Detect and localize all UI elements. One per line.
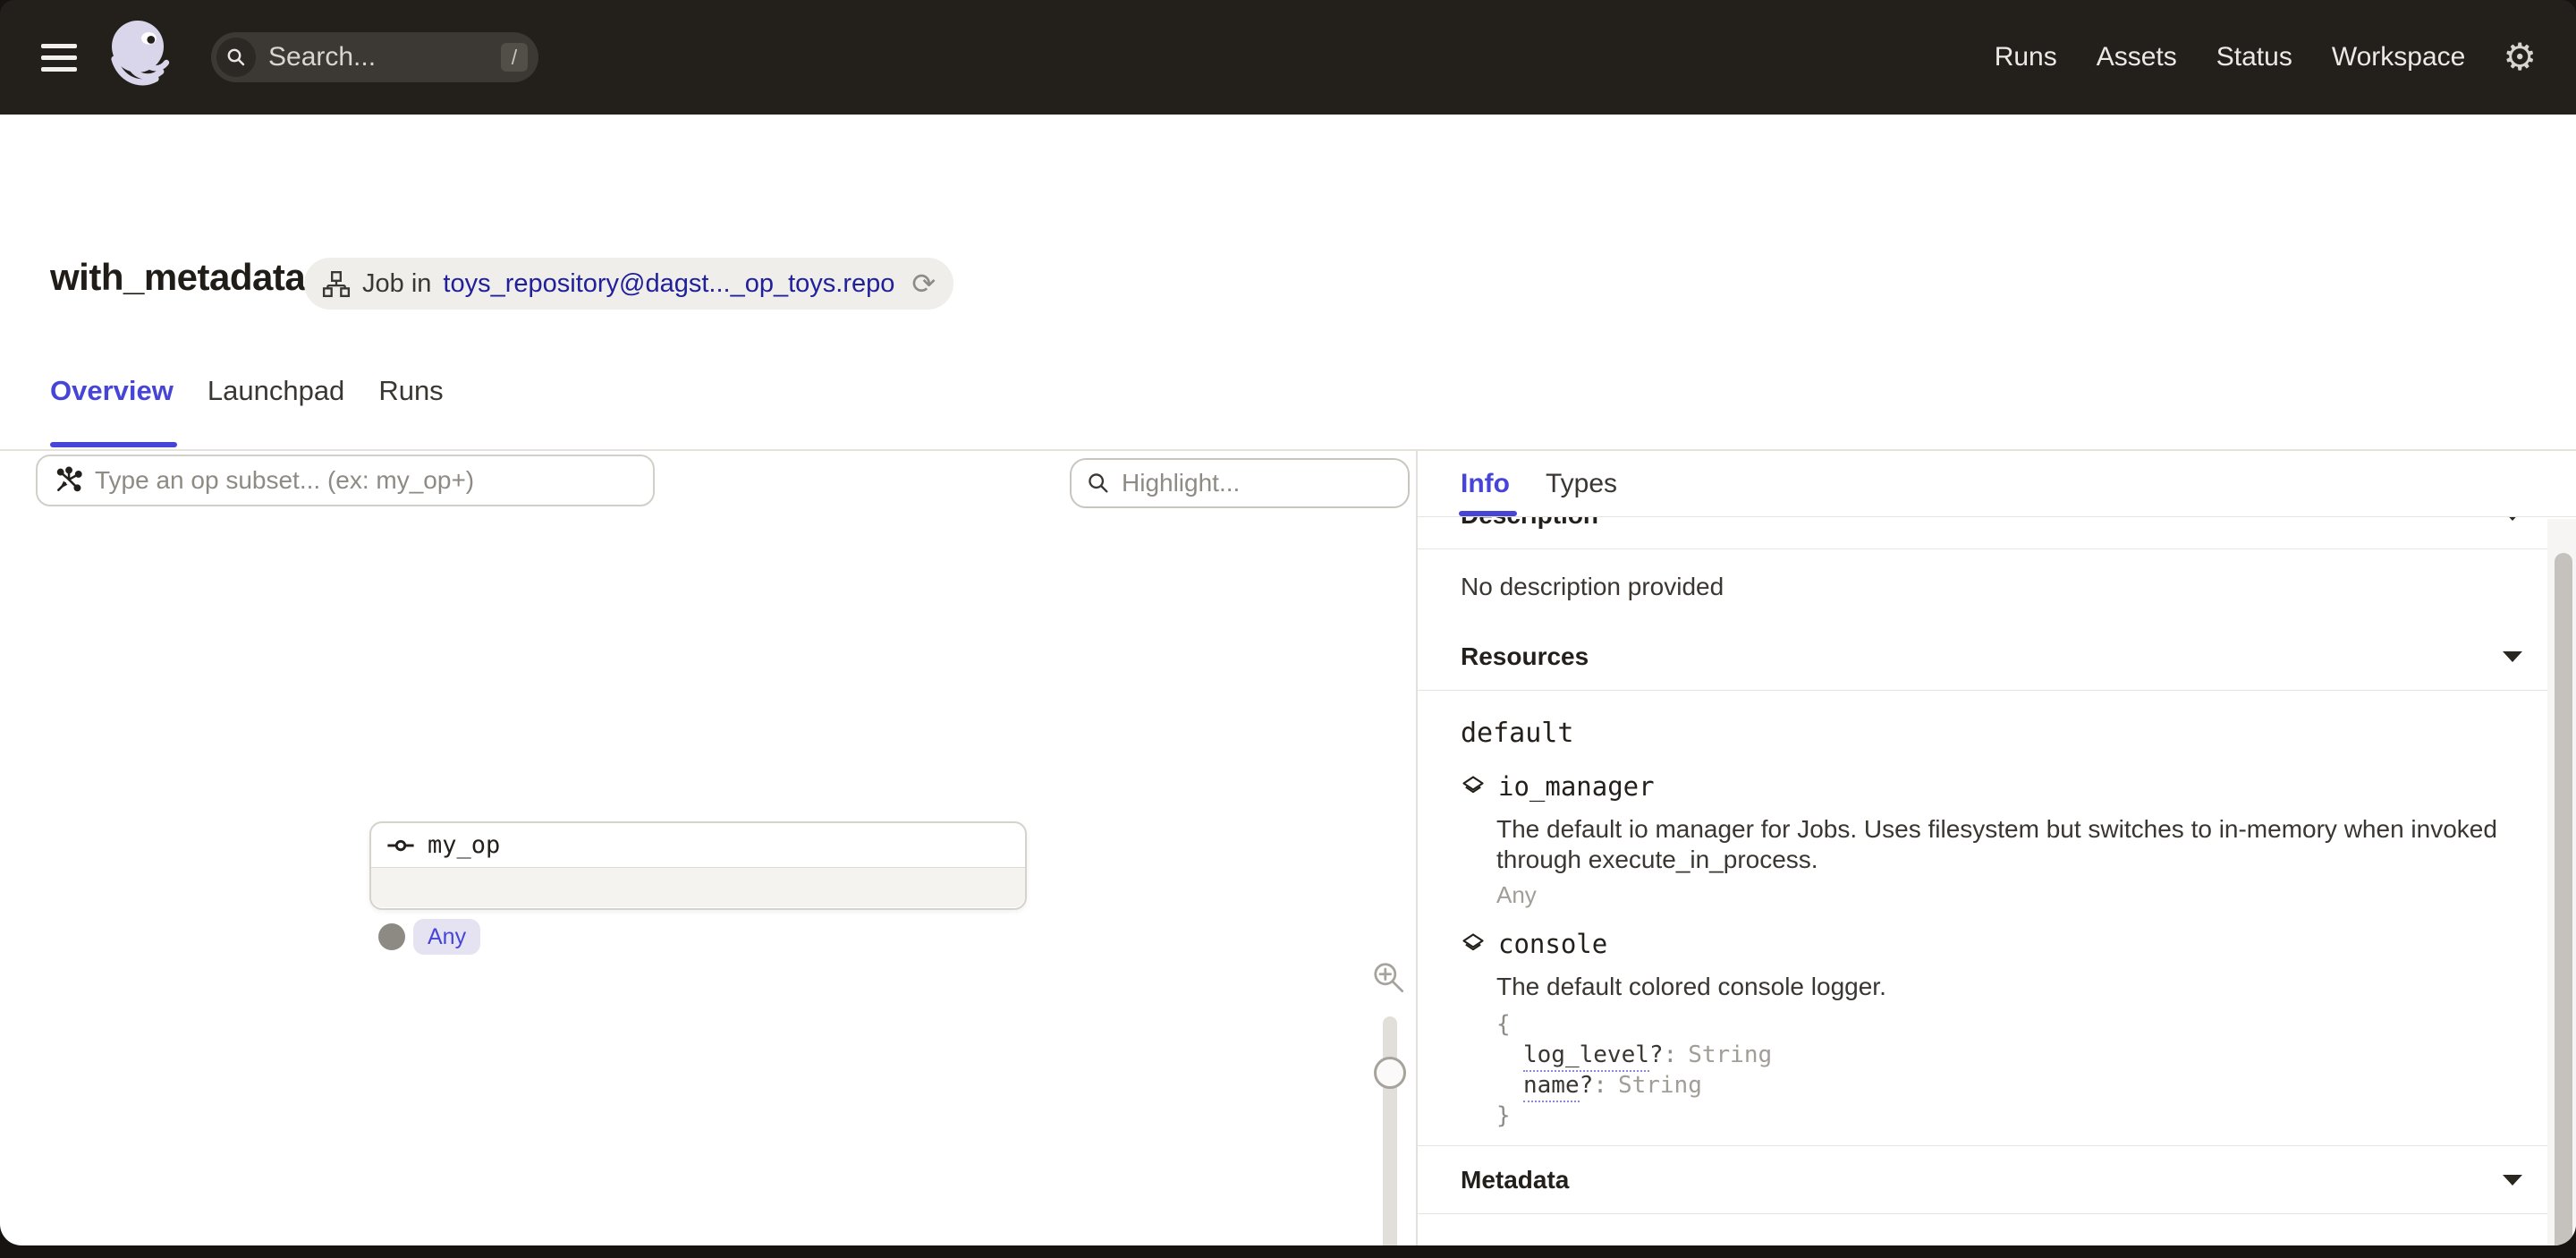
job-icon	[322, 269, 351, 298]
tab-runs[interactable]: Runs	[378, 368, 443, 449]
config-field-log-level: log_level?:String	[1523, 1040, 2533, 1070]
layers-icon	[1461, 931, 1486, 956]
tab-types[interactable]: Types	[1546, 451, 1617, 516]
highlight-input[interactable]	[1122, 469, 1394, 497]
side-panel-tabs: Info Types	[1418, 451, 2576, 517]
zoom-slider-thumb[interactable]	[1374, 1057, 1406, 1089]
config-field-name[interactable]: name	[1523, 1072, 1580, 1102]
panel-scrollbar-thumb[interactable]	[2555, 553, 2572, 1245]
config-field-type: String	[1688, 1041, 1772, 1068]
op-node-body	[371, 868, 1025, 907]
highlight-search-icon	[1086, 471, 1111, 496]
refresh-icon[interactable]: ⟳	[911, 269, 936, 298]
nav-link-runs[interactable]: Runs	[1995, 42, 2057, 72]
op-selector-icon	[54, 466, 82, 495]
op-node-my-op[interactable]: my_op	[369, 821, 1027, 910]
logger-name: console	[1498, 929, 1607, 959]
chevron-down-icon	[2503, 1175, 2522, 1186]
op-subset-filter[interactable]	[36, 455, 655, 506]
slash-shortcut-key: /	[501, 43, 528, 72]
job-location-badge: Job in toys_repository@dagst..._op_toys.…	[304, 258, 953, 310]
config-close-brace: }	[1496, 1101, 2533, 1131]
resources-header[interactable]: Resources	[1418, 623, 2576, 691]
job-badge-prefix: Job in	[362, 269, 431, 299]
metadata-section: Metadata owner data team link https://da…	[1418, 1145, 2576, 1245]
dagster-app: Search... / Runs Assets Status Workspace…	[0, 0, 2576, 1258]
job-tabs: Overview Launchpad Runs	[50, 368, 444, 449]
description-header[interactable]: Description	[1418, 517, 2576, 549]
resource-config-type: Any	[1496, 882, 2533, 907]
op-icon	[387, 837, 414, 854]
logger-description: The default colored console logger.	[1496, 972, 2533, 1002]
nav-link-status[interactable]: Status	[2216, 42, 2292, 72]
main-content: with_metadata Job in toys_repository@dag…	[0, 115, 2576, 1245]
menu-icon[interactable]	[41, 44, 77, 72]
repo-link[interactable]: toys_repository@dagst..._op_toys.repo	[443, 269, 894, 299]
global-search[interactable]: Search... /	[211, 32, 538, 82]
gear-icon[interactable]: ⚙	[2503, 38, 2537, 76]
tab-overview[interactable]: Overview	[50, 368, 174, 449]
layers-icon	[1461, 774, 1486, 799]
metadata-header[interactable]: Metadata	[1418, 1146, 2576, 1214]
output-port	[378, 923, 405, 950]
resource-io-manager: io_manager The default io manager for Jo…	[1461, 771, 2533, 907]
resource-description: The default io manager for Jobs. Uses fi…	[1496, 814, 2533, 875]
op-node-label: my_op	[428, 831, 500, 859]
config-field-type: String	[1618, 1072, 1702, 1099]
config-field-name-row: name?:String	[1523, 1070, 2533, 1101]
config-open-brace: {	[1496, 1009, 2533, 1040]
top-nav: Search... / Runs Assets Status Workspace…	[0, 0, 2576, 115]
op-subset-input[interactable]	[95, 466, 637, 495]
description-section: Description No description provided	[1418, 517, 2576, 623]
chevron-down-icon	[2503, 651, 2522, 662]
tab-info[interactable]: Info	[1461, 451, 1510, 516]
config-field-name[interactable]: log_level	[1523, 1041, 1649, 1072]
config-schema: { log_level?:String name?:String }	[1461, 1009, 2533, 1131]
logger-console: console The default colored console logg…	[1461, 929, 2533, 1131]
zoom-in-icon[interactable]	[1370, 959, 1408, 997]
nav-link-workspace[interactable]: Workspace	[2332, 42, 2466, 72]
output-type-badge[interactable]: Any	[413, 919, 480, 955]
search-placeholder: Search...	[268, 42, 376, 72]
side-panel-scroll-area[interactable]: Description No description provided Reso…	[1418, 517, 2576, 1245]
description-body: No description provided	[1418, 549, 2576, 623]
resources-section: Resources default io_manager The	[1418, 623, 2576, 1145]
resource-group-name: default	[1461, 718, 2533, 750]
tab-launchpad[interactable]: Launchpad	[208, 368, 344, 449]
zoom-slider-track[interactable]	[1383, 1016, 1397, 1245]
chevron-down-icon	[2503, 517, 2522, 521]
dagster-logo-icon[interactable]	[106, 16, 177, 98]
metadata-title: Metadata	[1461, 1166, 1569, 1194]
highlight-filter[interactable]	[1070, 458, 1410, 508]
description-title: Description	[1461, 517, 1598, 530]
nav-link-assets[interactable]: Assets	[2097, 42, 2177, 72]
search-icon	[216, 38, 256, 77]
nav-links: Runs Assets Status Workspace	[1995, 42, 2466, 72]
resource-name: io_manager	[1498, 771, 1655, 802]
resources-title: Resources	[1461, 642, 1589, 671]
page-title: with_metadata	[50, 256, 305, 299]
